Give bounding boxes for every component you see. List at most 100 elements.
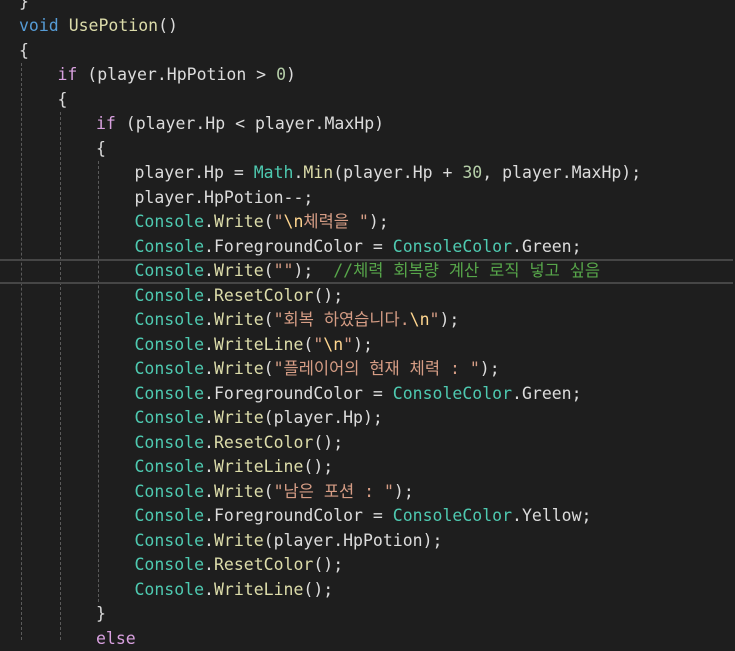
code-token [59, 16, 69, 35]
code-token: "회복 하였습니다. [274, 310, 410, 329]
code-token: .Green; [512, 384, 582, 403]
code-line[interactable]: if (player.Hp < player.MaxHp) [19, 112, 384, 137]
code-token: (player.HpPotion); [264, 531, 443, 550]
code-token: .Yellow; [512, 506, 591, 525]
code-line[interactable]: if (player.HpPotion > 0) [19, 63, 296, 88]
code-line-content: Console.WriteLine("\n"); [135, 335, 373, 354]
code-token: (player.Hp + [333, 163, 462, 182]
code-line[interactable]: Console.WriteLine(); [19, 455, 333, 480]
code-line[interactable]: Console.Write("플레이어의 현재 체력 : "); [19, 357, 500, 382]
code-token: Write [214, 531, 264, 550]
code-token: " [343, 335, 353, 354]
code-token: , player.MaxHp); [482, 163, 641, 182]
code-token: ); [369, 212, 389, 231]
code-token: Min [303, 163, 333, 182]
code-line-content: Console.ResetColor(); [135, 555, 344, 574]
code-token: else [96, 629, 136, 648]
code-token: ); [293, 261, 333, 280]
code-token: ); [480, 359, 500, 378]
code-token: "남은 포션 : " [274, 482, 394, 501]
code-token: ); [353, 335, 373, 354]
code-token: \n [410, 310, 430, 329]
code-token: " [313, 335, 323, 354]
code-line[interactable]: { [19, 39, 29, 64]
code-line[interactable]: { [19, 137, 106, 162]
code-token: ( [264, 212, 274, 231]
code-line[interactable]: Console.WriteLine("\n"); [19, 333, 373, 358]
code-line-content: if (player.HpPotion > 0) [58, 65, 296, 84]
code-token: . [293, 163, 303, 182]
code-line[interactable]: } [19, 602, 106, 627]
code-token: . [204, 359, 214, 378]
code-token: Console [135, 457, 205, 476]
code-line-content: else [96, 629, 136, 648]
code-token: Console [135, 286, 205, 305]
code-token: player.HpPotion--; [135, 188, 314, 207]
code-token: . [204, 335, 214, 354]
code-line-content: player.HpPotion--; [135, 188, 314, 207]
code-line[interactable]: Console.Write("\n체력을 "); [19, 210, 389, 235]
code-token: ( [264, 310, 274, 329]
code-line-content: Console.WriteLine(); [135, 580, 334, 599]
code-token: ) [286, 65, 296, 84]
code-line-content: Console.ResetColor(); [135, 286, 344, 305]
code-line-content: Console.Write("\n체력을 "); [135, 212, 389, 231]
code-line-content: Console.Write("남은 포션 : "); [135, 482, 414, 501]
code-line[interactable]: Console.ResetColor(); [19, 284, 343, 309]
code-token: ( [264, 482, 274, 501]
code-line[interactable]: } [19, 0, 29, 14]
code-line-content: Console.Write("플레이어의 현재 체력 : "); [135, 359, 500, 378]
code-token: Console [135, 310, 205, 329]
code-token: ResetColor [214, 286, 313, 305]
code-line[interactable]: Console.Write(player.Hp); [19, 406, 383, 431]
code-line[interactable]: void UsePotion() [19, 14, 178, 39]
code-token: (); [313, 286, 343, 305]
code-token: Console [135, 555, 205, 574]
code-token: ResetColor [214, 555, 313, 574]
code-line[interactable]: player.HpPotion--; [19, 186, 313, 211]
code-token: Write [214, 408, 264, 427]
code-line[interactable]: Console.Write(player.HpPotion); [19, 529, 442, 554]
code-line-content: Console.Write(player.Hp); [135, 408, 383, 427]
code-token: Console [135, 433, 205, 452]
code-token: ( [303, 335, 313, 354]
code-token: Console [135, 335, 205, 354]
code-editor[interactable]: } void UsePotion() { if (player.HpPotion > … [0, 0, 735, 640]
code-line[interactable]: Console.Write("회복 하였습니다.\n"); [19, 308, 459, 333]
code-token: (); [303, 580, 333, 599]
code-token: (player.Hp); [264, 408, 383, 427]
code-line[interactable]: Console.ForegroundColor = ConsoleColor.G… [19, 382, 582, 407]
code-line-content: void UsePotion() [19, 16, 178, 35]
code-line[interactable]: Console.WriteLine(); [19, 578, 333, 603]
code-line[interactable]: Console.ResetColor(); [19, 553, 343, 578]
code-line-current[interactable]: Console.Write(""); //체력 회복량 계산 로직 넣고 싶음 [0, 259, 733, 284]
code-line[interactable]: Console.ForegroundColor = ConsoleColor.G… [19, 235, 582, 260]
code-line-content: Console.ForegroundColor = ConsoleColor.G… [135, 237, 582, 256]
code-line-content: { [58, 90, 68, 109]
code-token: Console [135, 261, 205, 280]
code-token: if [58, 65, 78, 84]
code-line-content: Console.ResetColor(); [135, 433, 344, 452]
code-token: //체력 회복량 계산 로직 넣고 싶음 [333, 261, 600, 280]
code-token: . [204, 555, 214, 574]
code-line[interactable]: { [19, 88, 67, 113]
code-token: 30 [462, 163, 482, 182]
code-token: . [204, 310, 214, 329]
code-token: \n [323, 335, 343, 354]
code-line[interactable]: Console.Write("남은 포션 : "); [19, 480, 414, 505]
code-token: ( [264, 359, 274, 378]
code-token: } [96, 604, 106, 623]
code-token: Console [135, 237, 205, 256]
code-line[interactable]: player.Hp = Math.Min(player.Hp + 30, pla… [19, 161, 641, 186]
code-line-content: Console.ForegroundColor = ConsoleColor.Y… [135, 506, 592, 525]
code-token: . [204, 482, 214, 501]
code-token: Console [135, 506, 205, 525]
code-line[interactable]: Console.ResetColor(); [19, 431, 343, 456]
code-token: " [430, 310, 440, 329]
code-token: Console [135, 212, 205, 231]
code-line[interactable]: else [19, 627, 136, 651]
code-token: (); [303, 457, 333, 476]
code-token: . [204, 212, 214, 231]
code-token: ( [264, 261, 274, 280]
code-line[interactable]: Console.ForegroundColor = ConsoleColor.Y… [19, 504, 592, 529]
